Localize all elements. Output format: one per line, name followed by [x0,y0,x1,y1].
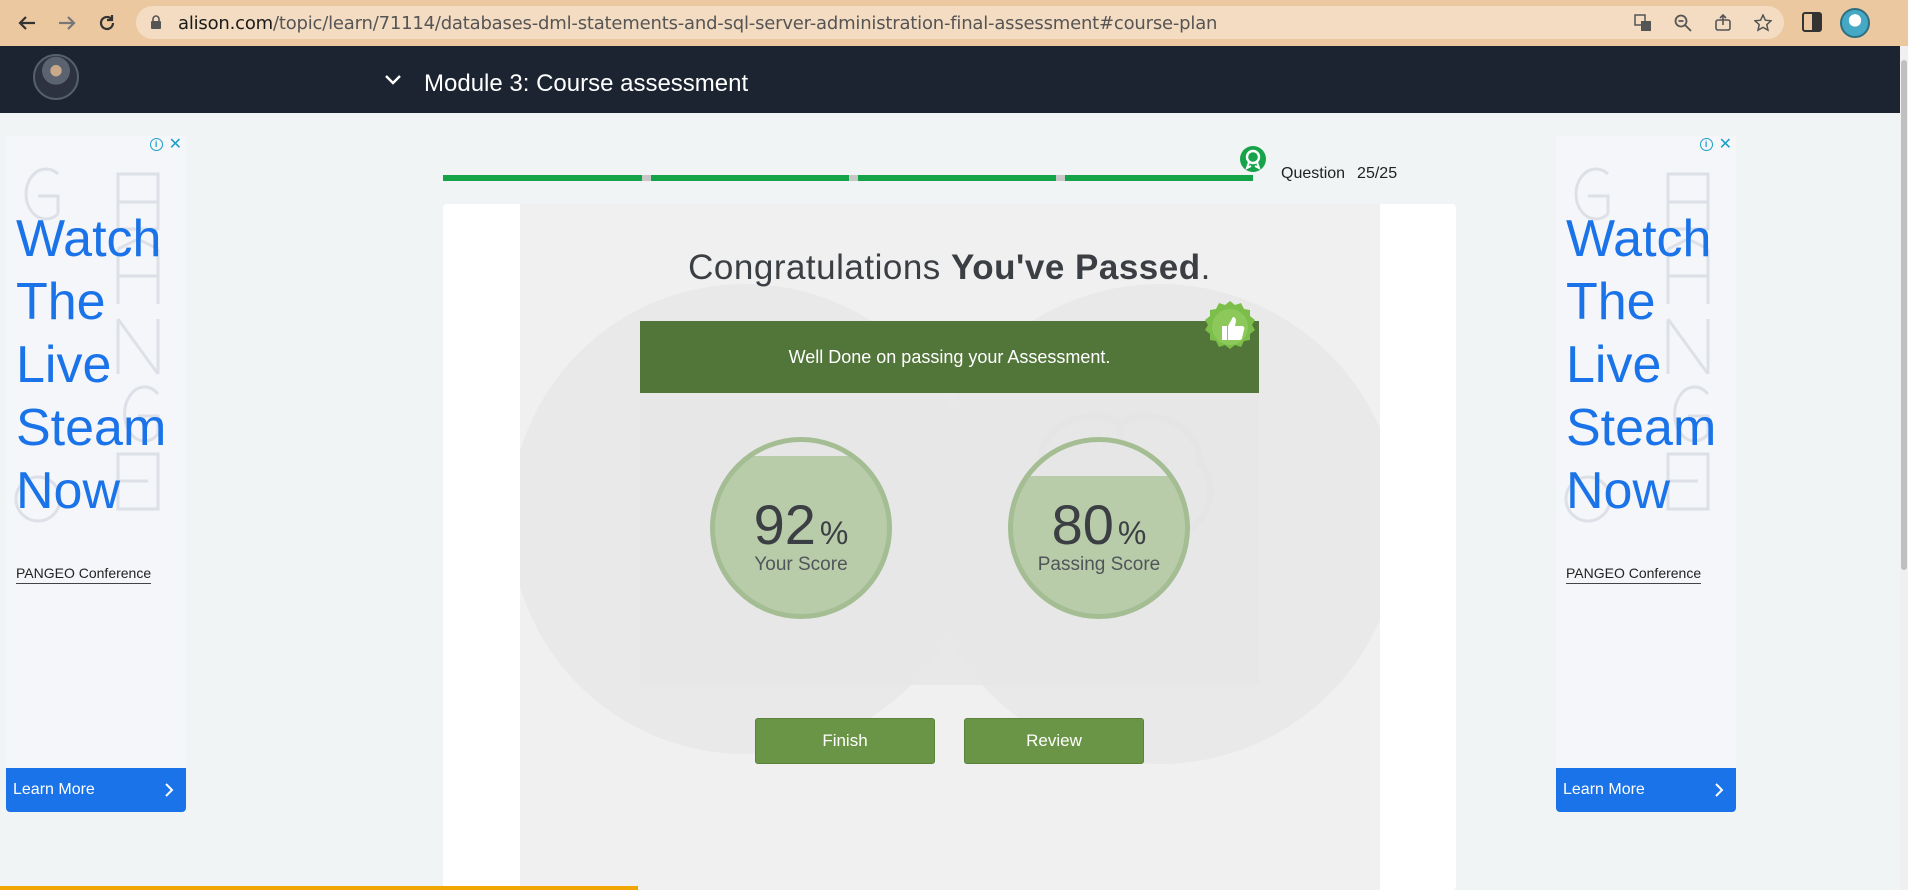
progress-divider [849,175,858,181]
progress-segment [1065,175,1253,181]
your-score-value: 92% [715,492,887,557]
ad-sponsor-link[interactable]: PANGEO Conference [16,565,152,584]
ad-headline-line: Live [16,336,112,394]
passing-score-circle: 80% Passing Score [1008,437,1190,619]
ad-headline-line: Watch [1566,210,1712,268]
browser-profile-avatar[interactable] [1840,8,1870,38]
passing-score-fill [1013,442,1185,476]
url-host: alison.com [178,13,273,34]
ad-controls: i ✕ [1699,137,1732,153]
close-icon[interactable]: ✕ [169,137,182,153]
passing-score-value: 80% [1013,492,1185,557]
question-counter-label: Question [1281,165,1346,182]
your-score-fill [715,442,887,456]
ad-cta-label: Learn More [1563,781,1645,798]
question-counter-value: 25/25 [1357,165,1398,182]
bookmark-star-icon[interactable] [1752,12,1774,34]
title-prefix: Congratulations [688,248,941,287]
ad-headline-line: Now [1566,462,1671,520]
ad-learn-more-button[interactable]: Learn More [1556,768,1736,812]
ad-controls: i ✕ [149,137,182,153]
ad-headline-line: Now [16,462,121,520]
url-path: /topic/learn/71114/databases-dml-stateme… [273,13,1218,34]
progress-divider [642,175,651,181]
translate-icon[interactable] [1632,12,1654,34]
ad-learn-more-button[interactable]: Learn More [6,768,186,812]
assessment-progress-bar [443,174,1253,182]
progress-segment [858,175,1056,181]
passing-score-label: Passing Score [1037,554,1161,575]
ad-cta-label: Learn More [13,781,95,798]
module-title[interactable]: Module 3: Course assessment [424,70,748,98]
finish-button[interactable]: Finish [755,718,935,764]
ad-headline[interactable]: Watch The Live Steam Now [16,208,186,523]
ad-left[interactable]: i ✕ Watch The Live Steam Now PANGEO Conf… [6,136,186,812]
progress-segment [651,175,849,181]
share-icon[interactable] [1712,12,1734,34]
ad-info-icon[interactable]: i [149,138,163,151]
success-banner: Well Done on passing your Assessment. [640,321,1259,393]
scrollbar-thumb[interactable] [1901,60,1907,570]
passing-score-number: 80 [1051,493,1114,556]
reload-icon[interactable] [92,8,122,38]
forward-icon[interactable] [52,8,82,38]
side-panel-icon[interactable] [1800,10,1824,34]
title-bold: You've Passed [951,248,1201,287]
address-bar[interactable]: alison.com/topic/learn/71114/databases-d… [136,6,1784,39]
your-score-label: Your Score [754,554,848,575]
zoom-icon[interactable] [1672,12,1694,34]
passing-score-unit: % [1117,515,1147,551]
close-icon[interactable]: ✕ [1719,137,1732,153]
thumbs-up-icon [1205,301,1255,349]
chevron-down-icon[interactable] [384,74,402,86]
your-score-unit: % [819,515,849,551]
back-icon[interactable] [12,8,42,38]
your-score-number: 92 [753,493,816,556]
progress-divider [1056,175,1065,181]
ad-headline-line: The [1566,273,1656,331]
page-title: Congratulations You've Passed. [443,248,1456,288]
ad-headline-line: The [16,273,106,331]
certificate-badge-icon [1240,146,1266,172]
question-counter: Question 25/25 [1281,165,1397,183]
site-header: Module 3: Course assessment [0,46,1900,113]
ad-sponsor-link[interactable]: PANGEO Conference [1566,565,1702,584]
ad-headline-line: Watch [16,210,162,268]
ad-right[interactable]: i ✕ Watch The Live Steam Now PANGEO Conf… [1556,136,1736,812]
review-button[interactable]: Review [964,718,1144,764]
url-text: alison.com/topic/learn/71114/databases-d… [178,13,1217,34]
ad-headline[interactable]: Watch The Live Steam Now [1566,208,1736,523]
ad-headline-line: Steam [16,399,167,457]
chevron-right-icon [1715,783,1724,797]
ad-info-icon[interactable]: i [1699,138,1713,151]
lock-icon [151,15,161,29]
ad-headline-line: Steam [1566,399,1717,457]
avatar[interactable] [33,54,79,100]
your-score-circle: 92% Your Score [710,437,892,619]
chevron-right-icon [165,783,174,797]
title-suffix: . [1200,248,1211,287]
browser-toolbar: alison.com/topic/learn/71114/databases-d… [0,0,1908,46]
progress-segment [443,175,642,181]
loading-bar [0,886,638,890]
ad-headline-line: Live [1566,336,1662,394]
